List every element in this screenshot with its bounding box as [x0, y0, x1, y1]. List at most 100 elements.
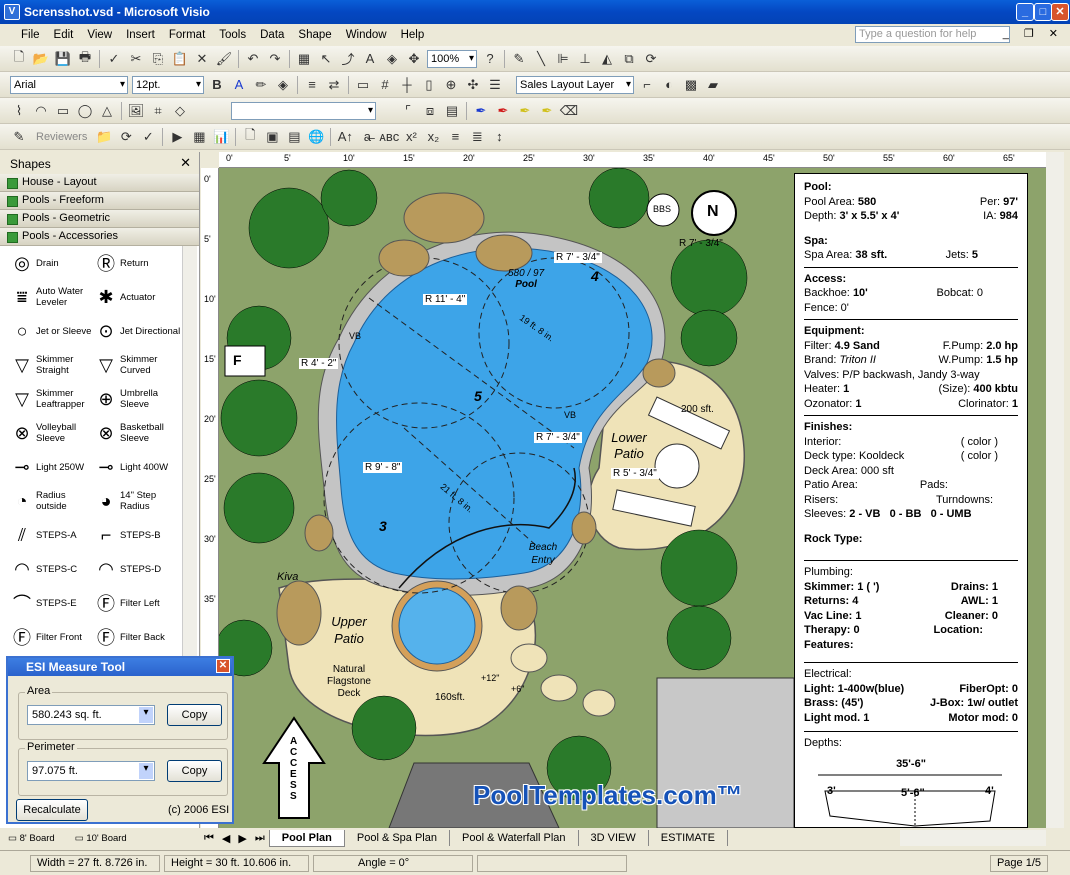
- first-page-icon[interactable]: ⏮: [200, 832, 218, 845]
- new-icon[interactable]: 🗋: [9, 49, 29, 69]
- stamp-icon[interactable]: ◈: [382, 49, 402, 69]
- shadow-icon[interactable]: ◐: [659, 75, 679, 95]
- menu-view[interactable]: View: [80, 29, 119, 41]
- document-window-buttons[interactable]: _ ❐ ✕: [1003, 27, 1064, 40]
- font-select[interactable]: Arial: [10, 75, 128, 94]
- menu-window[interactable]: Window: [339, 29, 394, 41]
- close-button[interactable]: ✕: [1051, 3, 1069, 21]
- layer-select[interactable]: Sales Layout Layer: [516, 75, 634, 94]
- perimeter-copy-button[interactable]: Copy: [167, 760, 222, 782]
- help-icon[interactable]: ?: [480, 49, 500, 69]
- stencil-pools-accessories[interactable]: Pools - Accessories: [0, 228, 199, 246]
- redo-icon[interactable]: ↷: [265, 49, 285, 69]
- ellipse-icon[interactable]: ◯: [75, 101, 95, 121]
- group-icon[interactable]: ⧉: [619, 49, 639, 69]
- menu-tools[interactable]: Tools: [212, 29, 253, 41]
- document-icon[interactable]: 🗋: [240, 127, 260, 147]
- menu-insert[interactable]: Insert: [119, 29, 162, 41]
- board-10-shape[interactable]: ▭ 10' Board: [75, 833, 127, 844]
- menu-edit[interactable]: Edit: [47, 29, 81, 41]
- shape-steps-a[interactable]: ⫽ STEPS-A: [8, 518, 98, 552]
- distribute-icon[interactable]: ⊥: [575, 49, 595, 69]
- shape-light-400w[interactable]: ⊸ Light 400W: [92, 450, 182, 484]
- smallcaps-icon[interactable]: ᴀʙᴄ: [379, 127, 399, 147]
- shape-return[interactable]: Ⓡ Return: [92, 246, 182, 280]
- review-icon[interactable]: ✎: [9, 127, 29, 147]
- eraser-icon[interactable]: ⌫: [559, 101, 579, 121]
- highlighter-2-icon[interactable]: ✒: [537, 101, 557, 121]
- perimeter-value-field[interactable]: 97.075 ft.: [27, 761, 155, 781]
- accept-icon[interactable]: ✓: [138, 127, 158, 147]
- zoom-select[interactable]: 100%: [427, 49, 477, 68]
- stencil-pools-geometric[interactable]: Pools - Geometric: [0, 210, 199, 228]
- track-icon[interactable]: ⟳: [116, 127, 136, 147]
- menu-shape[interactable]: Shape: [291, 29, 338, 41]
- shape-filter-left[interactable]: Ⓕ Filter Left: [92, 586, 182, 620]
- shape-jet-or-sleeve[interactable]: ○ Jet or Sleeve: [8, 314, 98, 348]
- web-icon[interactable]: 🌐: [306, 127, 326, 147]
- line-weight-icon[interactable]: ≡: [302, 75, 322, 95]
- flip-icon[interactable]: ◭: [597, 49, 617, 69]
- shape-steps-c[interactable]: ◠ STEPS-C: [8, 552, 98, 586]
- shape-drain[interactable]: ◎ Drain: [8, 246, 98, 280]
- picture-icon[interactable]: 🖼: [126, 101, 146, 121]
- stencil-house-layout[interactable]: House - Layout: [0, 174, 199, 192]
- strike-icon[interactable]: a̶: [357, 127, 377, 147]
- area-copy-button[interactable]: Copy: [167, 704, 222, 726]
- pointer-icon[interactable]: ↖: [316, 49, 336, 69]
- minimize-button[interactable]: _: [1016, 3, 1034, 21]
- menu-file[interactable]: File: [14, 29, 47, 41]
- play-icon[interactable]: ▶: [167, 127, 187, 147]
- open-icon[interactable]: 📂: [31, 49, 51, 69]
- pen-red-icon[interactable]: ✒: [493, 101, 513, 121]
- esi-close-button[interactable]: ✕: [216, 659, 230, 673]
- print-icon[interactable]: 🖶: [75, 49, 95, 69]
- rectangle-icon[interactable]: ▭: [53, 101, 73, 121]
- pattern-icon[interactable]: ▩: [681, 75, 701, 95]
- stencil-pools-freeform[interactable]: Pools - Freeform: [0, 192, 199, 210]
- shape-umbrella-sleeve[interactable]: ⊕ Umbrella Sleeve: [92, 382, 182, 416]
- line-color-icon[interactable]: ✏: [251, 75, 271, 95]
- shape-steps-d[interactable]: ◠ STEPS-D: [92, 552, 182, 586]
- reviewers-select[interactable]: Reviewers: [36, 131, 87, 143]
- text-grow-icon[interactable]: A↑: [335, 127, 355, 147]
- copy-icon[interactable]: ⎘: [148, 49, 168, 69]
- view-icon[interactable]: ▣: [262, 127, 282, 147]
- delete-icon[interactable]: ✕: [192, 49, 212, 69]
- format-painter-icon[interactable]: 🖌: [214, 49, 234, 69]
- color-scheme-icon[interactable]: ▰: [703, 75, 723, 95]
- connector-point-icon[interactable]: ⌜: [398, 101, 418, 121]
- shape-skimmer-straight[interactable]: ▽ Skimmer Straight: [8, 348, 98, 382]
- layers-icon[interactable]: ☰: [485, 75, 505, 95]
- shapes-scrollbar[interactable]: [182, 246, 197, 666]
- font-color-icon[interactable]: A: [229, 75, 249, 95]
- shape-volleyball-sleeve[interactable]: ⊗ Volleyball Sleeve: [8, 416, 98, 450]
- send-back-icon[interactable]: ⧈: [420, 101, 440, 121]
- drawing-canvas[interactable]: 580 / 97 Pool BBS N VB VB R 11' - 4" R 7'…: [219, 168, 1046, 828]
- crop-icon[interactable]: ⌗: [148, 101, 168, 121]
- align-left-icon[interactable]: ≡: [445, 127, 465, 147]
- chart-icon[interactable]: 📊: [211, 127, 231, 147]
- cut-icon[interactable]: ✂: [126, 49, 146, 69]
- triangle-icon[interactable]: △: [97, 101, 117, 121]
- table-icon[interactable]: ▤: [284, 127, 304, 147]
- shape-steps-b[interactable]: ⌐ STEPS-B: [92, 518, 182, 552]
- menu-help[interactable]: Help: [394, 29, 432, 41]
- zoom-in-icon[interactable]: ⊕: [441, 75, 461, 95]
- shape-filter-back[interactable]: Ⓕ Filter Back: [92, 620, 182, 654]
- board-8-shape[interactable]: ▭ 8' Board: [8, 833, 55, 844]
- last-page-icon[interactable]: ⏭: [251, 832, 269, 845]
- connector-icon[interactable]: ⤴: [338, 49, 358, 69]
- shape-skimmer-curved[interactable]: ▽ Skimmer Curved: [92, 348, 182, 382]
- tab-estimate[interactable]: ESTIMATE: [649, 830, 728, 846]
- superscript-icon[interactable]: x²: [401, 127, 421, 147]
- shape-skimmer-leaftrapper[interactable]: ▽ Skimmer Leaftrapper: [8, 382, 98, 416]
- help-question-input[interactable]: Type a question for help: [855, 26, 1010, 43]
- page-icon[interactable]: ▯: [419, 75, 439, 95]
- shape-filter-front[interactable]: Ⓕ Filter Front: [8, 620, 98, 654]
- shape-actuator[interactable]: ✱ Actuator: [92, 280, 182, 314]
- save-icon[interactable]: 💾: [53, 49, 73, 69]
- shape-basketball-sleeve[interactable]: ⊗ Basketball Sleeve: [92, 416, 182, 450]
- snap-icon[interactable]: ✣: [463, 75, 483, 95]
- recalculate-button[interactable]: Recalculate: [16, 799, 88, 821]
